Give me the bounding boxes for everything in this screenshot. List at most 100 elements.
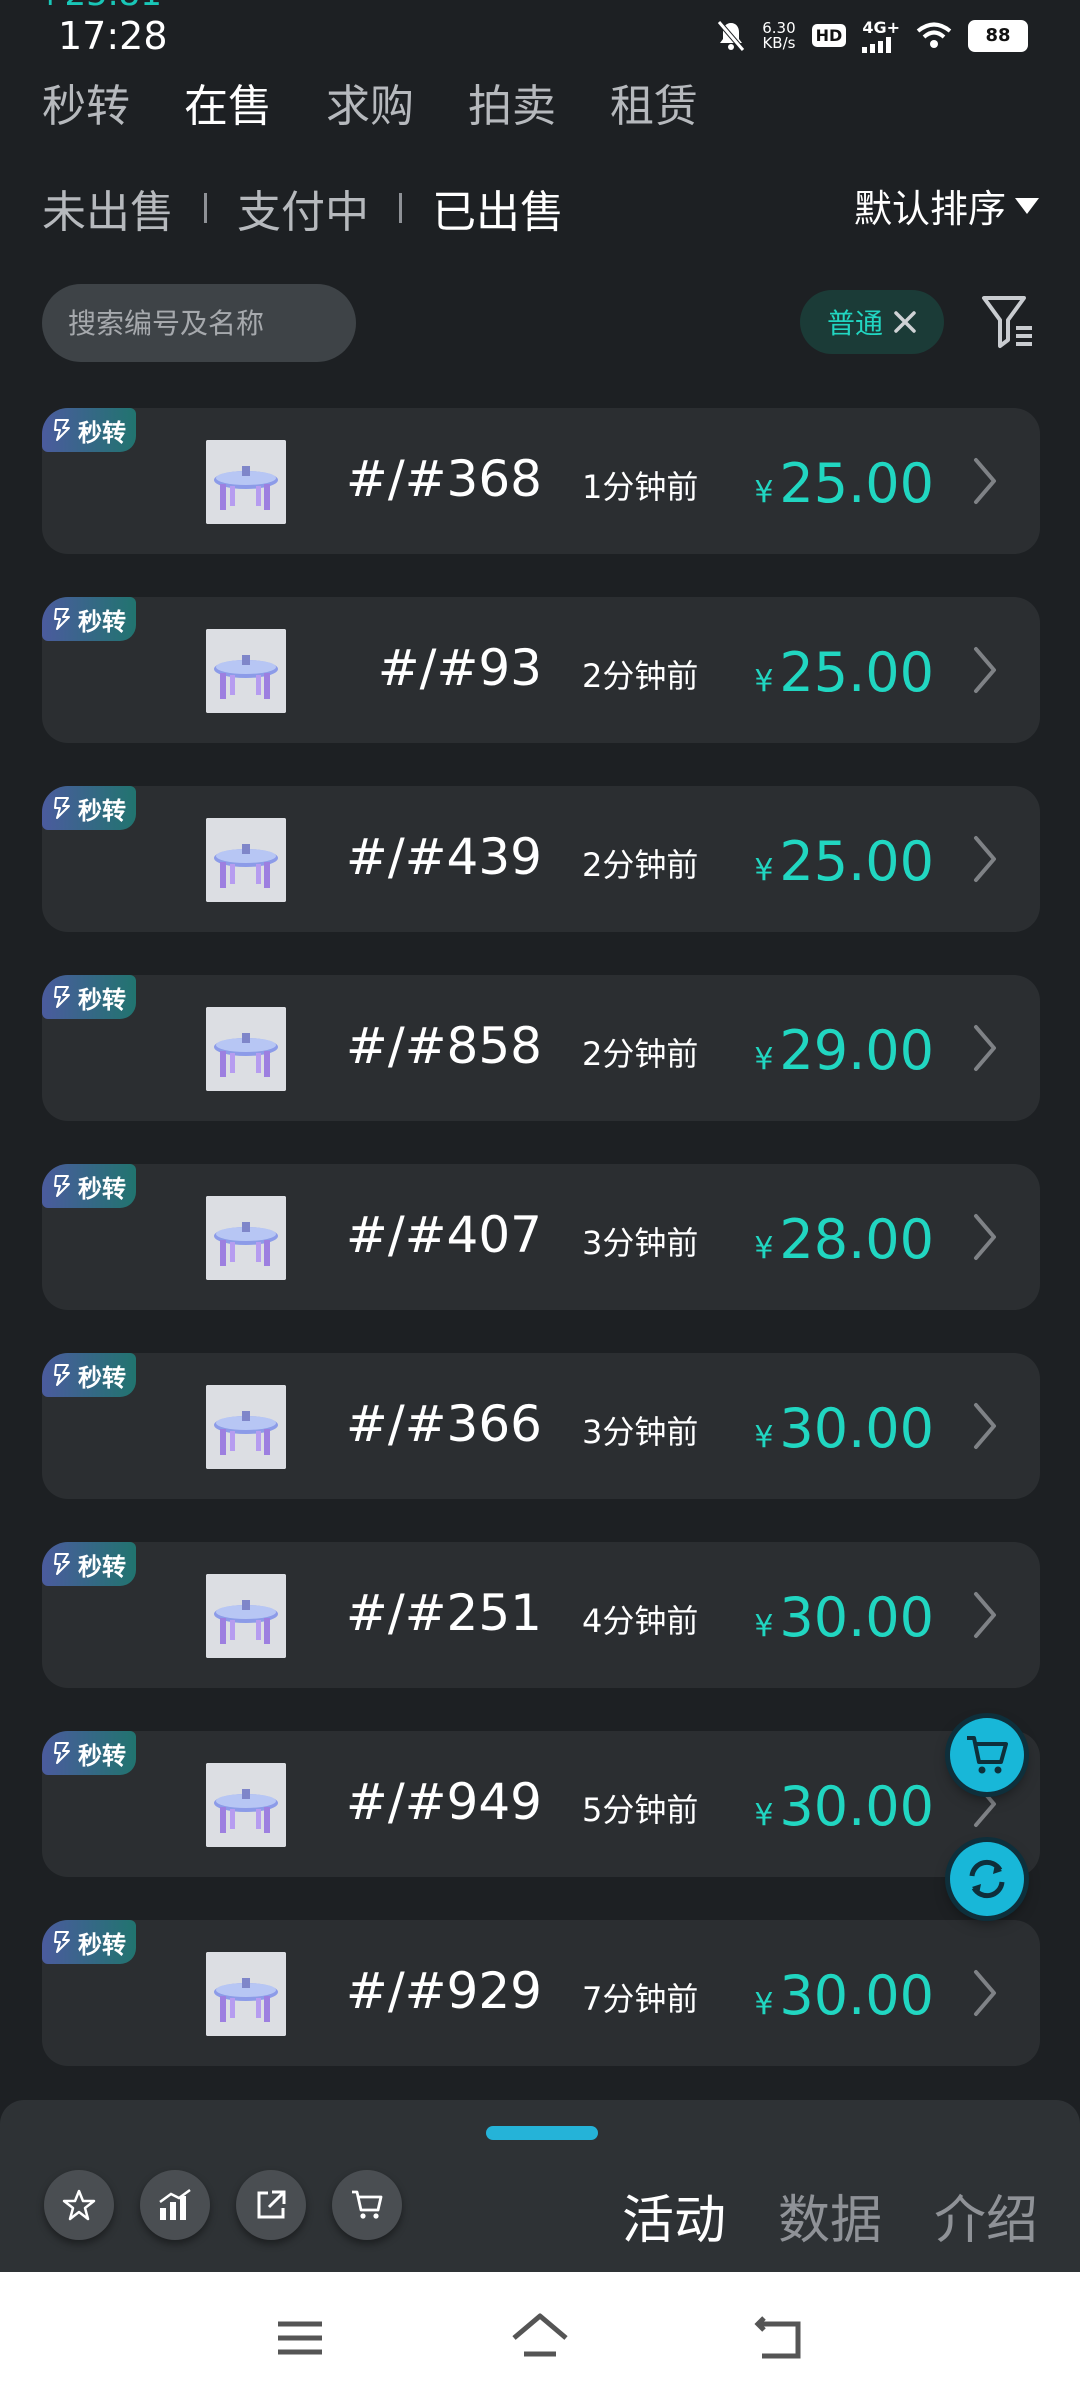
tab-want-to-buy[interactable]: 求购 [326,70,414,134]
list-item[interactable]: 秒转 #/#93 2分钟前 ¥25.00 [42,597,1040,743]
chevron-right-icon[interactable] [970,834,1000,884]
miaozhuan-badge: 秒转 [42,1542,136,1586]
badge-label: 秒转 [78,418,126,447]
item-time: 4分钟前 [582,1602,699,1640]
caret-down-icon [1015,197,1039,214]
list-item[interactable]: 秒转 #/#929 7分钟前 ¥30.00 [42,1920,1040,2066]
miaozhuan-badge: 秒转 [42,1731,136,1775]
cart-icon [352,2190,383,2219]
currency-symbol: ¥ [754,1987,774,2022]
chevron-right-icon[interactable] [970,645,1000,695]
tab-intro[interactable]: 介绍 [934,2178,1038,2253]
table-image-icon [206,1763,286,1847]
subtab-sold[interactable]: 已出售 [432,176,564,240]
sub-tabs: 未出售 支付中 已出售 [42,176,564,240]
price-value: 30.00 [779,1775,934,1838]
item-number: #/#366 [345,1395,542,1453]
drag-handle[interactable] [486,2126,598,2140]
price-value: 29.00 [779,1019,934,1082]
miaozhuan-badge: 秒转 [42,1920,136,1964]
floating-refresh-button[interactable] [950,1842,1024,1916]
share-button[interactable] [236,2170,306,2240]
lightning-icon [54,797,70,819]
tab-auction[interactable]: 拍卖 [468,70,556,134]
top-tabs: 秒转 在售 求购 拍卖 租赁 [42,70,698,134]
item-time: 3分钟前 [582,1413,699,1451]
cart-button[interactable] [332,2170,402,2240]
currency-symbol: ¥ [754,1231,774,1266]
chevron-right-icon[interactable] [970,1590,1000,1640]
chevron-right-icon[interactable] [970,1212,1000,1262]
miaozhuan-badge: 秒转 [42,597,136,641]
item-number: #/#858 [345,1017,542,1075]
status-bar: +25.81 17:28 6.30 KB/s HD 4G+ 88 [0,0,1080,62]
item-time: 2分钟前 [582,657,699,695]
item-time: 1分钟前 [582,468,699,506]
bottom-tabs: 活动 数据 介绍 [622,2178,1038,2253]
currency-symbol: ¥ [754,475,774,510]
item-price: ¥30.00 [754,1964,934,2027]
favorite-button[interactable] [44,2170,114,2240]
chart-button[interactable] [140,2170,210,2240]
list-item[interactable]: 秒转 #/#949 5分钟前 ¥30.00 [42,1731,1040,1877]
price-value: 30.00 [779,1397,934,1460]
item-thumbnail [206,1952,286,2036]
signal-bars-icon [862,37,892,53]
price-value: 25.00 [779,830,934,893]
subtab-paying[interactable]: 支付中 [237,176,369,240]
item-time: 2分钟前 [582,1035,699,1073]
item-time: 7分钟前 [582,1980,699,2018]
star-icon [62,2189,96,2221]
filter-icon[interactable] [980,292,1036,352]
status-indicators: 6.30 KB/s HD 4G+ 88 [716,18,1028,53]
item-thumbnail [206,629,286,713]
table-image-icon [206,1196,286,1280]
price-value: 30.00 [779,1964,934,2027]
status-ghost-text: +25.81 [36,0,162,14]
mute-bell-icon [717,19,746,52]
price-value: 30.00 [779,1586,934,1649]
tab-lease[interactable]: 租赁 [610,70,698,134]
list-item[interactable]: 秒转 #/#366 3分钟前 ¥30.00 [42,1353,1040,1499]
item-price: ¥25.00 [754,641,934,704]
item-time: 3分钟前 [582,1224,699,1262]
close-icon[interactable] [893,310,917,334]
list-item[interactable]: 秒转 #/#858 2分钟前 ¥29.00 [42,975,1040,1121]
tab-activity[interactable]: 活动 [622,2178,726,2253]
sort-dropdown[interactable]: 默认排序 [854,178,1040,233]
hd-badge: HD [811,24,847,47]
chevron-right-icon[interactable] [970,456,1000,506]
search-input[interactable] [42,284,356,362]
tab-data[interactable]: 数据 [778,2178,882,2253]
lightning-icon [54,608,70,630]
back-icon[interactable] [750,2310,810,2366]
table-image-icon [206,1385,286,1469]
badge-label: 秒转 [78,1552,126,1581]
subtab-unsold[interactable]: 未出售 [42,176,174,240]
lightning-icon [54,1553,70,1575]
list-item[interactable]: 秒转 #/#251 4分钟前 ¥30.00 [42,1542,1040,1688]
battery-indicator: 88 [968,19,1028,52]
list-item[interactable]: 秒转 #/#439 2分钟前 ¥25.00 [42,786,1040,932]
miaozhuan-badge: 秒转 [42,408,136,452]
tab-miaozhuan[interactable]: 秒转 [42,70,130,134]
item-price: ¥25.00 [754,830,934,893]
home-icon[interactable] [510,2310,570,2366]
tab-on-sale[interactable]: 在售 [184,70,272,134]
item-number: #/#368 [345,450,542,508]
chevron-right-icon[interactable] [970,1968,1000,2018]
chevron-right-icon[interactable] [970,1023,1000,1073]
lightning-icon [54,1364,70,1386]
item-number: #/#251 [345,1584,542,1642]
search-box [42,284,356,362]
item-number: #/#929 [345,1962,542,2020]
signal-indicator: 4G+ [862,18,900,53]
menu-icon[interactable] [270,2310,330,2366]
lightning-icon [54,1742,70,1764]
floating-cart-button[interactable] [950,1718,1024,1792]
list-item[interactable]: 秒转 #/#368 1分钟前 ¥25.00 [42,408,1040,554]
chevron-right-icon[interactable] [970,1401,1000,1451]
list-item[interactable]: 秒转 #/#407 3分钟前 ¥28.00 [42,1164,1040,1310]
status-time: 17:28 [58,14,168,58]
filter-chip[interactable]: 普通 [800,290,944,354]
